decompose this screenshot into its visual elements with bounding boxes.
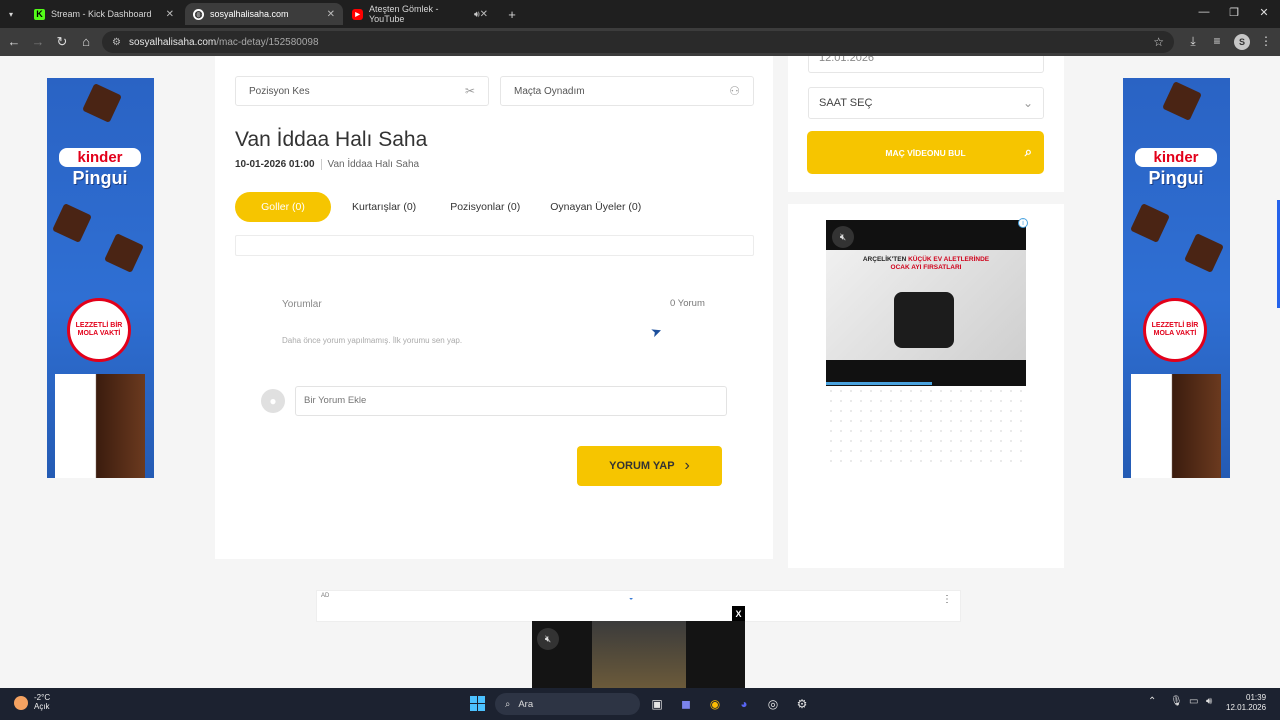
kinder-logo: kinder Pingui (1135, 148, 1217, 189)
network-icon[interactable]: ▭ (1189, 696, 1198, 707)
match-title: Van İddaa Halı Saha (235, 128, 428, 151)
tab-youtube[interactable]: ▶ Ateşten Gömlek - YouTube 🔊︎ ✕ (344, 3, 496, 25)
stand-mixer-image (894, 292, 954, 348)
volume-icon[interactable]: 🔊︎ (1206, 696, 1212, 707)
date-input[interactable]: 12.01.2026 (808, 56, 1044, 73)
no-comments-message: Daha önce yorum yapılmamış. İlk yorumu s… (282, 336, 463, 345)
home-icon[interactable]: ⌂ (78, 34, 94, 49)
comment-input[interactable] (295, 386, 727, 416)
kinder-bar-image (1131, 374, 1221, 478)
obs-icon[interactable]: ◎ (765, 696, 781, 712)
globe-icon: ◍ (193, 8, 204, 20)
user-icon: ● (269, 394, 277, 408)
discord-icon[interactable]: ◕ (736, 696, 752, 712)
chevron-down-icon: ⌄ (1022, 96, 1033, 110)
menu-kebab-icon[interactable]: ⋮ (1258, 34, 1274, 48)
url-bar[interactable]: ⚙︎ sosyalhalisaha.com/mac-detay/15258009… (102, 31, 1174, 53)
scissors-icon: ✂ (464, 84, 475, 98)
kinder-logo: kinder Pingui (59, 148, 141, 189)
page-viewport: kinder Pingui LEZZETLİ BİR MOLA VAKTİ ki… (0, 56, 1280, 688)
new-tab-button[interactable]: + (502, 3, 522, 25)
user-avatar: ● (261, 389, 285, 413)
taskbar-search[interactable]: ⌕ Ara (495, 693, 640, 715)
ad-progress-bar (826, 382, 932, 385)
windows-taskbar: -2°C Açık ⌕ Ara ▣ ◼ ◉ ◕ ◎ ⚙︎ ⌃ 🎙︎ ▭ 🔊︎ 0… (0, 688, 1280, 720)
youtube-icon: ▶ (352, 8, 363, 20)
ad-background-pattern (826, 386, 1026, 470)
bookmark-star-icon[interactable]: ☆ (1153, 35, 1164, 49)
close-tab-icon[interactable]: ✕ (480, 9, 488, 20)
ad-video-thumbnail (592, 621, 686, 688)
mute-icon[interactable]: 🔇︎ (537, 628, 559, 650)
steam-icon[interactable]: ⚙︎ (794, 696, 810, 712)
kinder-ad-left[interactable]: kinder Pingui LEZZETLİ BİR MOLA VAKTİ (47, 78, 154, 478)
ad-headline: ARÇELİK'TEN KÜÇÜK EV ALETLERİNDE OCAK AY… (862, 256, 990, 271)
find-match-video-button[interactable]: MAÇ VİDEONU BUL ⌕ (807, 131, 1044, 174)
time-select[interactable]: SAAT SEÇ ⌄ (808, 87, 1044, 119)
match-venue: Van İddaa Halı Saha (327, 159, 420, 170)
download-icon[interactable]: ⤓ (1185, 34, 1201, 49)
mute-icon[interactable]: 🔇︎ (832, 226, 854, 248)
taskbar-clock[interactable]: 01:39 12.01.2026 (1226, 693, 1266, 713)
profile-avatar[interactable]: S (1234, 34, 1250, 50)
submit-comment-button[interactable]: YORUM YAP › (577, 446, 722, 486)
kinder-bar-image (55, 374, 145, 478)
ad-menu-icon[interactable]: ⋮ (942, 594, 952, 605)
close-ad-button[interactable]: X (732, 606, 745, 621)
match-datetime: 10-01-2026 01:00 (235, 159, 315, 170)
sticky-video-ad[interactable]: 🔇︎ (532, 621, 745, 688)
cut-position-button[interactable]: Pozisyon Kes ✂ (235, 76, 489, 106)
close-tab-icon[interactable]: ✕ (327, 9, 335, 20)
match-tabs: Goller (0) Kurtarışlar (0) Pozisyonlar (… (235, 192, 641, 222)
tab-saves[interactable]: Kurtarışlar (0) (352, 192, 416, 222)
close-tab-icon[interactable]: ✕ (166, 9, 174, 20)
back-arrow-icon[interactable]: ← (6, 34, 22, 49)
forward-arrow-icon[interactable]: → (30, 34, 46, 49)
kinder-ad-right[interactable]: kinder Pingui LEZZETLİ BİR MOLA VAKTİ (1123, 78, 1230, 478)
address-toolbar: ← → ↻ ⌂ ⚙︎ sosyalhalisaha.com/mac-detay/… (0, 28, 1280, 56)
tab-list-button[interactable]: ▾ (4, 3, 18, 25)
meta-divider (320, 159, 322, 170)
weather-sun-icon (14, 695, 28, 710)
site-info-icon[interactable]: ⚙︎ (112, 37, 121, 48)
kick-icon: K (34, 8, 45, 20)
ad-info-icon[interactable]: i (1018, 218, 1028, 228)
teams-icon[interactable]: ◼ (678, 696, 694, 712)
maximize-icon[interactable]: ❐ (1226, 6, 1242, 19)
sidebar-video-ad[interactable]: ARÇELİK'TEN KÜÇÜK EV ALETLERİNDE OCAK AY… (826, 218, 1028, 386)
tray-chevron-icon[interactable]: ⌃ (1148, 696, 1156, 707)
plus-icon: + (508, 6, 516, 22)
tab-kick-dashboard[interactable]: K Stream - Kick Dashboard ✕ (26, 3, 182, 25)
reading-list-icon[interactable]: ≡ (1209, 34, 1225, 48)
alarm-clock-badge: LEZZETLİ BİR MOLA VAKTİ (67, 298, 131, 362)
add-user-icon: ⚇ (729, 84, 740, 98)
weather-widget[interactable]: -2°C Açık (14, 693, 50, 712)
windows-start-icon[interactable] (470, 696, 485, 711)
played-in-match-button[interactable]: Maçta Oynadım ⚇ (500, 76, 754, 106)
search-icon: ⌕ (1024, 144, 1032, 159)
tab-positions[interactable]: Pozisyonlar (0) (450, 192, 520, 222)
search-icon: ⌕ (505, 698, 511, 710)
minimize-icon[interactable]: — (1196, 6, 1212, 18)
chevron-down-icon: ▾ (8, 9, 13, 19)
ad-brand-logo: ◒ (629, 595, 634, 602)
browser-tab-bar: ▾ K Stream - Kick Dashboard ✕ ◍ sosyalha… (0, 0, 1280, 28)
tab-goals[interactable]: Goller (0) (235, 192, 331, 222)
close-window-icon[interactable]: ✕ (1256, 6, 1272, 19)
chrome-icon[interactable]: ◉ (707, 696, 723, 712)
reload-icon[interactable]: ↻ (54, 34, 70, 50)
microphone-icon[interactable]: 🎙︎ (1170, 696, 1183, 707)
comments-count: 0 Yorum (670, 298, 705, 309)
alarm-clock-badge: LEZZETLİ BİR MOLA VAKTİ (1143, 298, 1207, 362)
comments-heading: Yorumlar (282, 299, 322, 310)
chevron-right-icon: › (684, 457, 690, 474)
tab-sosyalhalisaha[interactable]: ◍ sosyalhalisaha.com ✕ (185, 3, 343, 25)
tab-content-panel (235, 235, 754, 256)
bottom-banner-ad[interactable]: AD ◒ ⋮ (316, 590, 961, 622)
tab-players[interactable]: Oynayan Üyeler (0) (550, 192, 641, 222)
match-meta: 10-01-2026 01:00 Van İddaa Halı Saha (235, 159, 419, 170)
task-view-icon[interactable]: ▣ (649, 696, 665, 712)
